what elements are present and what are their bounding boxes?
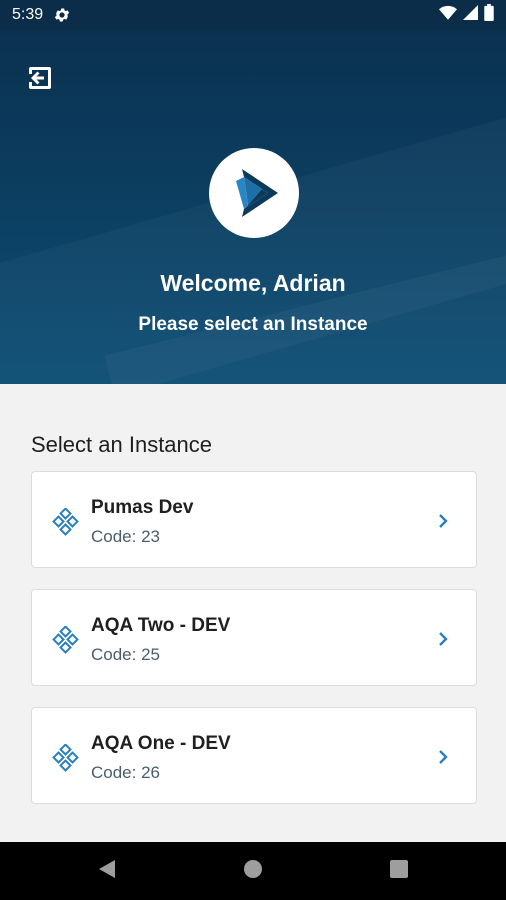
status-time: 5:39 — [12, 6, 44, 23]
navigation-bar — [0, 842, 506, 900]
section-title: Select an Instance — [31, 432, 213, 457]
battery-icon — [484, 4, 494, 26]
instance-name: AQA Two - DEV — [91, 615, 231, 636]
welcome-title: Welcome, Adrian — [160, 270, 346, 296]
recents-icon — [389, 859, 409, 884]
instance-icon — [52, 743, 80, 772]
status-icons — [439, 4, 494, 26]
status-bar: 5:39 — [0, 0, 506, 30]
wifi-icon — [439, 5, 457, 26]
instance-code: Code: 26 — [91, 763, 160, 782]
welcome-subtitle: Please select an Instance — [138, 314, 368, 335]
instance-card-pumas-dev[interactable]: Pumas Dev Code: 23 — [31, 471, 477, 568]
signal-icon — [463, 5, 478, 25]
instance-icon — [52, 625, 80, 654]
chevron-right-icon — [436, 748, 450, 766]
chevron-right-icon — [436, 630, 450, 648]
app-logo — [209, 148, 299, 238]
instance-icon — [52, 507, 80, 536]
instance-name: Pumas Dev — [91, 497, 194, 518]
gear-icon — [53, 6, 71, 24]
chevron-right-icon — [436, 512, 450, 530]
back-icon — [97, 858, 117, 885]
header: Welcome, Adrian Please select an Instanc… — [0, 30, 506, 384]
logout-icon — [26, 64, 54, 97]
instance-code: Code: 23 — [91, 527, 160, 546]
logout-button[interactable] — [24, 64, 56, 96]
nav-back-button[interactable] — [94, 858, 120, 884]
nav-home-button[interactable] — [240, 858, 266, 884]
instance-card-aqa-two-dev[interactable]: AQA Two - DEV Code: 25 — [31, 589, 477, 686]
home-icon — [242, 858, 264, 885]
nav-recents-button[interactable] — [386, 858, 412, 884]
instance-name: AQA One - DEV — [91, 733, 231, 754]
instance-card-aqa-one-dev[interactable]: AQA One - DEV Code: 26 — [31, 707, 477, 804]
instance-code: Code: 25 — [91, 645, 160, 664]
